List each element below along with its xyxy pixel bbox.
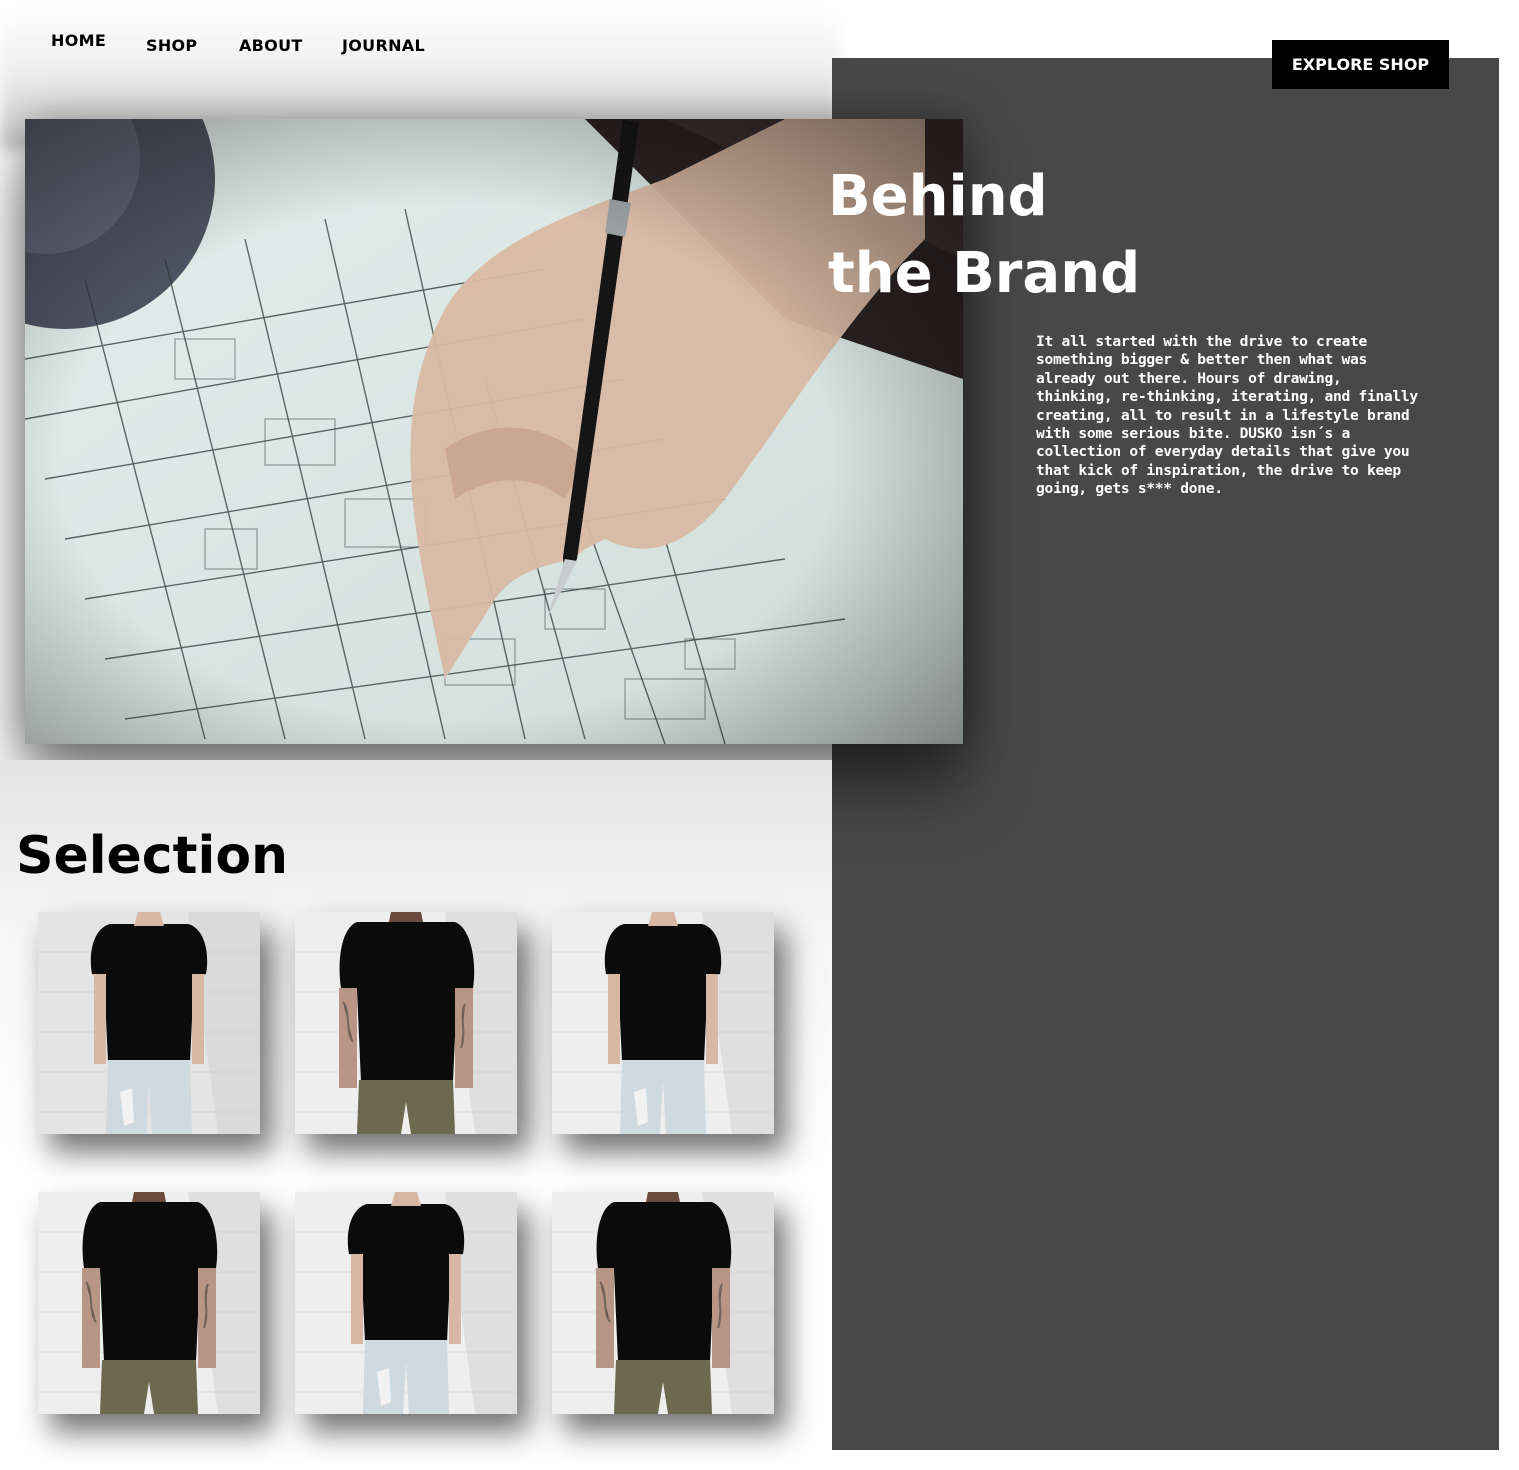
product-card-6[interactable] <box>552 1192 774 1414</box>
product-card-3[interactable] <box>552 912 774 1134</box>
hero-title-line-1: Behind <box>828 164 1048 229</box>
product-card-5[interactable] <box>295 1192 517 1414</box>
product-card-4[interactable] <box>38 1192 260 1414</box>
product-image <box>38 912 260 1134</box>
product-image <box>38 1192 260 1414</box>
product-card-1[interactable] <box>38 912 260 1134</box>
hero-title-line-2: the Brand <box>828 241 1141 306</box>
product-image <box>552 1192 774 1414</box>
selection-title: Selection <box>16 826 289 886</box>
nav-shop[interactable]: SHOP <box>146 36 197 55</box>
explore-shop-button[interactable]: EXPLORE SHOP <box>1272 40 1449 89</box>
product-image <box>295 1192 517 1414</box>
product-card-2[interactable] <box>295 912 517 1134</box>
hero-image <box>25 119 963 744</box>
hero-title: Behind the Brand <box>828 158 1248 312</box>
about-paragraph: It all started with the drive to create … <box>1036 333 1418 498</box>
product-image <box>295 912 517 1134</box>
nav-about[interactable]: ABOUT <box>239 36 303 55</box>
nav-journal[interactable]: JOURNAL <box>342 36 425 55</box>
product-image <box>552 912 774 1134</box>
main-nav: HOME SHOP ABOUT JOURNAL <box>0 0 800 80</box>
nav-home[interactable]: HOME <box>51 31 106 50</box>
